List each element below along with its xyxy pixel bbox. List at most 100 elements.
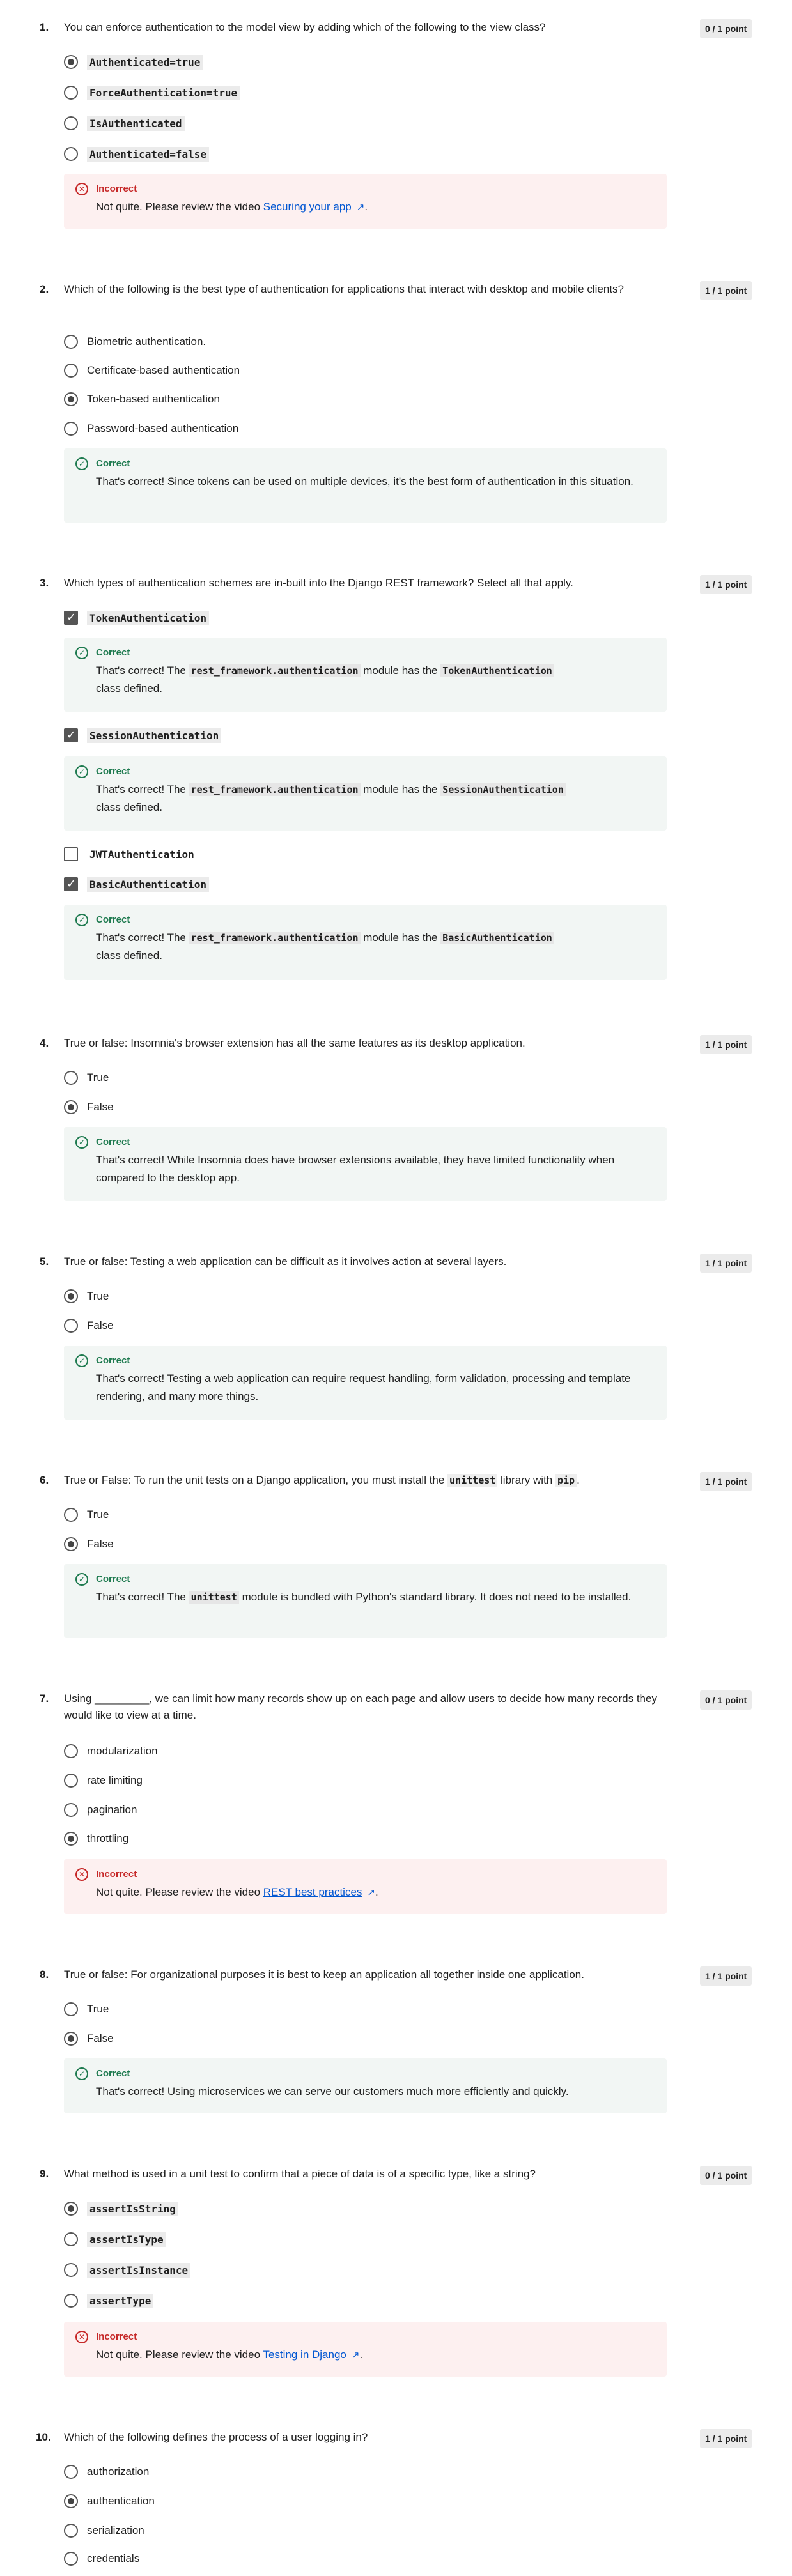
radio-selected-icon[interactable] — [64, 1289, 78, 1303]
radio-icon[interactable] — [64, 147, 78, 161]
option-jwt-authentication[interactable]: JWTAuthentication — [64, 846, 197, 862]
points-badge: 0 / 1 point — [700, 19, 752, 38]
option-authenticated-false[interactable]: Authenticated=false — [64, 146, 210, 162]
radio-icon[interactable] — [64, 1774, 78, 1788]
option-authentication[interactable]: authentication — [64, 2493, 155, 2510]
question-number: 8. — [40, 1968, 49, 1981]
feedback-title: Correct — [96, 458, 130, 469]
option-label: False — [87, 2032, 114, 2044]
option-true[interactable]: True — [64, 1288, 109, 1305]
option-modularization[interactable]: modularization — [64, 1743, 158, 1759]
option-true[interactable]: True — [64, 1506, 109, 1523]
option-false[interactable]: False — [64, 1317, 114, 1334]
option-label: modularization — [87, 1745, 158, 1757]
feedback-text: . — [359, 2349, 363, 2361]
option-serialization[interactable]: serialization — [64, 2522, 144, 2539]
radio-icon[interactable] — [64, 2524, 78, 2538]
radio-icon[interactable] — [64, 1319, 78, 1333]
question-number: 7. — [40, 1692, 49, 1705]
radio-icon[interactable] — [64, 364, 78, 378]
option-assert-is-type[interactable]: assertIsType — [64, 2231, 166, 2248]
radio-icon[interactable] — [64, 2232, 78, 2246]
checkbox-icon[interactable] — [64, 847, 78, 861]
video-link[interactable]: Testing in Django — [263, 2349, 346, 2361]
external-link-icon[interactable]: ↗ — [357, 198, 365, 216]
option-true[interactable]: True — [64, 1070, 109, 1086]
radio-selected-icon[interactable] — [64, 2202, 78, 2216]
radio-selected-icon[interactable] — [64, 1832, 78, 1846]
option-pagination[interactable]: pagination — [64, 1802, 137, 1818]
feedback-title: Correct — [96, 1355, 130, 1366]
radio-icon[interactable] — [64, 422, 78, 436]
radio-icon[interactable] — [64, 2552, 78, 2566]
radio-icon[interactable] — [64, 1071, 78, 1085]
option-false[interactable]: False — [64, 2030, 114, 2047]
option-is-authenticated[interactable]: IsAuthenticated — [64, 115, 185, 132]
option-true[interactable]: True — [64, 2001, 109, 2018]
option-token[interactable]: Token-based authentication — [64, 391, 220, 408]
option-session-authentication[interactable]: SessionAuthentication — [64, 727, 222, 744]
radio-icon[interactable] — [64, 116, 78, 130]
unittest-code: unittest — [447, 1474, 498, 1487]
option-label: True — [87, 2003, 109, 2015]
option-false[interactable]: False — [64, 1099, 114, 1116]
question-number: 10. — [36, 2431, 51, 2443]
checkbox-checked-icon[interactable] — [64, 877, 78, 891]
option-assert-is-instance[interactable]: assertIsInstance — [64, 2262, 191, 2278]
feedback-message: That's correct! Since tokens can be used… — [96, 475, 633, 487]
question-text: Which of the following is the best type … — [64, 283, 624, 295]
radio-selected-icon[interactable] — [64, 55, 78, 69]
video-link[interactable]: Securing your app — [263, 201, 352, 213]
radio-selected-icon[interactable] — [64, 1537, 78, 1551]
option-label: Token-based authentication — [87, 393, 220, 405]
radio-icon[interactable] — [64, 335, 78, 349]
radio-icon[interactable] — [64, 2465, 78, 2479]
question-number: 4. — [40, 1037, 49, 1049]
radio-selected-icon[interactable] — [64, 2494, 78, 2508]
option-assert-is-string[interactable]: assertIsString — [64, 2200, 178, 2217]
option-label: authentication — [87, 2495, 155, 2507]
radio-icon[interactable] — [64, 1744, 78, 1758]
option-token-authentication[interactable]: TokenAuthentication — [64, 610, 210, 626]
question-text: True or False: To run the unit tests on … — [64, 1472, 678, 1489]
option-credentials[interactable]: credentials — [64, 2550, 139, 2567]
checkbox-checked-icon[interactable] — [64, 611, 78, 625]
option-biometric[interactable]: Biometric authentication. — [64, 334, 206, 350]
radio-selected-icon[interactable] — [64, 1100, 78, 1114]
option-label: assertType — [87, 2293, 154, 2308]
radio-icon[interactable] — [64, 1508, 78, 1522]
radio-selected-icon[interactable] — [64, 2032, 78, 2046]
external-link-icon[interactable]: ↗ — [367, 1883, 375, 1901]
option-label: JWTAuthentication — [89, 848, 194, 861]
option-label: TokenAuthentication — [87, 610, 210, 625]
feedback-text: module has the — [360, 783, 441, 795]
option-password[interactable]: Password-based authentication — [64, 420, 238, 437]
option-force-authentication[interactable]: ForceAuthentication=true — [64, 84, 240, 101]
option-label: pagination — [87, 1804, 137, 1816]
option-basic-authentication[interactable]: BasicAuthentication — [64, 876, 210, 893]
feedback-text: module has the — [360, 664, 441, 677]
correct-icon: ✓ — [75, 457, 88, 470]
option-authenticated-true[interactable]: Authenticated=true — [64, 54, 203, 70]
option-rate-limiting[interactable]: rate limiting — [64, 1772, 143, 1789]
option-certificate[interactable]: Certificate-based authentication — [64, 362, 240, 379]
radio-selected-icon[interactable] — [64, 392, 78, 406]
radio-icon[interactable] — [64, 86, 78, 100]
radio-icon[interactable] — [64, 2263, 78, 2277]
feedback-text: That's correct! The — [96, 664, 189, 677]
question-text: Using _________, we can limit how many r… — [64, 1692, 657, 1721]
checkbox-checked-icon[interactable] — [64, 728, 78, 742]
feedback-text: Not quite. Please review the video — [96, 201, 263, 213]
question-text-part: True or False: To run the unit tests on … — [64, 1474, 448, 1486]
option-false[interactable]: False — [64, 1536, 114, 1552]
option-throttling[interactable]: throttling — [64, 1830, 128, 1847]
video-link[interactable]: REST best practices — [263, 1886, 362, 1898]
correct-icon: ✓ — [75, 765, 88, 778]
option-assert-type[interactable]: assertType — [64, 2292, 154, 2309]
radio-icon[interactable] — [64, 2294, 78, 2308]
external-link-icon[interactable]: ↗ — [352, 2346, 360, 2364]
radio-icon[interactable] — [64, 2002, 78, 2016]
option-authorization[interactable]: authorization — [64, 2464, 149, 2480]
radio-icon[interactable] — [64, 1803, 78, 1817]
unittest-code: unittest — [189, 1591, 239, 1604]
